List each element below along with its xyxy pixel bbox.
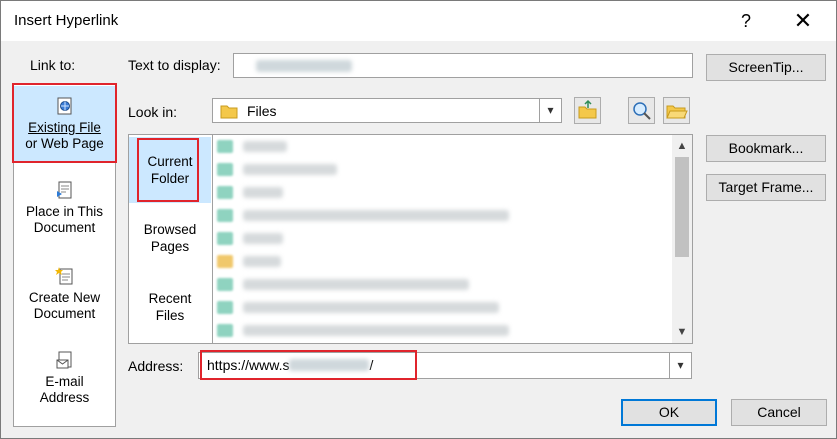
- nav-current-folder[interactable]: Current Folder: [129, 137, 211, 203]
- file-list-scrollbar[interactable]: ▲ ▼: [672, 135, 692, 343]
- folder-icon: [220, 105, 238, 119]
- file-name: [243, 325, 509, 336]
- up-folder-icon: [578, 99, 597, 119]
- file-row[interactable]: [217, 252, 297, 270]
- nav-recent-files-line1: Recent: [148, 291, 192, 306]
- help-button[interactable]: ?: [724, 5, 768, 37]
- close-button[interactable]: ✕: [781, 5, 825, 37]
- file-name: [243, 210, 509, 221]
- file-name: [243, 279, 469, 290]
- globe-document-icon: [57, 97, 71, 115]
- link-create-new-document-button[interactable]: Create New Document: [14, 266, 115, 336]
- up-one-folder-button[interactable]: [574, 97, 601, 124]
- look-in-chevron-down-icon[interactable]: ▾: [539, 99, 561, 122]
- open-folder-icon: [666, 105, 688, 119]
- file-icon: [217, 209, 233, 222]
- file-name: [243, 302, 499, 313]
- file-icon: [217, 301, 233, 314]
- file-row[interactable]: [217, 275, 477, 293]
- link-create-new-document-line1: Create New: [28, 290, 101, 305]
- file-name: [243, 187, 283, 198]
- email-icon: [56, 351, 71, 369]
- cancel-button[interactable]: Cancel: [731, 399, 827, 426]
- title-bar: Insert Hyperlink ? ✕: [1, 1, 836, 41]
- link-create-new-document-line2: Document: [33, 306, 96, 321]
- file-row[interactable]: [217, 137, 297, 155]
- nav-current-folder-line1: Current: [147, 154, 193, 169]
- file-icon: [217, 140, 233, 153]
- text-to-display-value: [256, 60, 352, 72]
- file-row[interactable]: [217, 160, 357, 178]
- link-email-address-button[interactable]: E-mail Address: [14, 350, 115, 420]
- text-to-display-label: Text to display:: [128, 57, 221, 73]
- file-row[interactable]: [217, 229, 297, 247]
- link-place-in-document-button[interactable]: Place in This Document: [14, 180, 115, 250]
- nav-browsed-pages-line1: Browsed: [143, 222, 197, 237]
- file-name: [243, 233, 283, 244]
- file-icon: [217, 232, 233, 245]
- ok-button[interactable]: OK: [621, 399, 717, 426]
- insert-hyperlink-dialog: Insert Hyperlink ? ✕ Link to: Existing F…: [0, 0, 837, 439]
- browse-file-button[interactable]: [663, 97, 690, 124]
- address-chevron-down-icon[interactable]: ▾: [669, 353, 691, 378]
- nav-recent-files-line2: Files: [155, 308, 185, 323]
- look-in-navigation: Current Folder Browsed Pages Recent File…: [128, 134, 212, 344]
- file-icon: [217, 163, 233, 176]
- address-value-text: https://www.s: [207, 357, 290, 373]
- link-place-in-document-line1: Place in This: [25, 204, 104, 219]
- document-place-icon: [56, 181, 71, 199]
- address-value-end: /: [369, 357, 374, 373]
- link-existing-file-button[interactable]: Existing File or Web Page: [14, 86, 115, 162]
- bookmark-button[interactable]: Bookmark...: [706, 135, 826, 162]
- scroll-down-icon[interactable]: ▼: [672, 323, 692, 341]
- address-value: https://www.s /: [207, 357, 373, 373]
- link-email-address-line2: Address: [39, 390, 90, 405]
- link-to-panel: Existing File or Web Page Place in This …: [13, 83, 116, 427]
- nav-current-folder-line2: Folder: [150, 171, 190, 186]
- link-existing-file-line2: or Web Page: [25, 136, 104, 151]
- address-label: Address:: [128, 358, 184, 374]
- scrollbar-thumb[interactable]: [675, 157, 689, 257]
- dialog-title: Insert Hyperlink: [14, 12, 119, 29]
- link-email-address-line1: E-mail: [45, 374, 84, 389]
- nav-browsed-pages[interactable]: Browsed Pages: [129, 221, 211, 265]
- file-icon: [217, 186, 233, 199]
- look-in-label: Look in:: [128, 104, 178, 120]
- nav-browsed-pages-line2: Pages: [150, 239, 190, 254]
- scroll-up-icon[interactable]: ▲: [672, 137, 692, 155]
- folder-icon: [217, 255, 233, 268]
- nav-recent-files[interactable]: Recent Files: [129, 290, 211, 334]
- file-name: [243, 141, 287, 152]
- file-row[interactable]: [217, 298, 507, 316]
- new-document-icon: [54, 267, 72, 285]
- file-row[interactable]: [217, 321, 517, 339]
- screentip-button[interactable]: ScreenTip...: [706, 54, 826, 81]
- file-row[interactable]: [217, 183, 297, 201]
- browse-web-icon: [633, 102, 651, 120]
- file-name: [243, 256, 281, 267]
- file-icon: [217, 278, 233, 291]
- look-in-value: Files: [247, 103, 277, 119]
- address-redacted: [289, 359, 370, 371]
- file-row[interactable]: [217, 206, 517, 224]
- link-place-in-document-line2: Document: [33, 220, 96, 235]
- link-existing-file-line1: Existing File: [28, 120, 101, 135]
- target-frame-button[interactable]: Target Frame...: [706, 174, 826, 201]
- look-in-dropdown[interactable]: Files ▾: [212, 98, 562, 123]
- link-to-label: Link to:: [30, 57, 76, 73]
- file-icon: [217, 324, 233, 337]
- text-to-display-input[interactable]: [233, 53, 693, 78]
- file-name: [243, 164, 337, 175]
- address-input[interactable]: https://www.s / ▾: [198, 352, 692, 379]
- file-list[interactable]: ▲ ▼: [212, 134, 693, 344]
- browse-web-button[interactable]: [628, 97, 655, 124]
